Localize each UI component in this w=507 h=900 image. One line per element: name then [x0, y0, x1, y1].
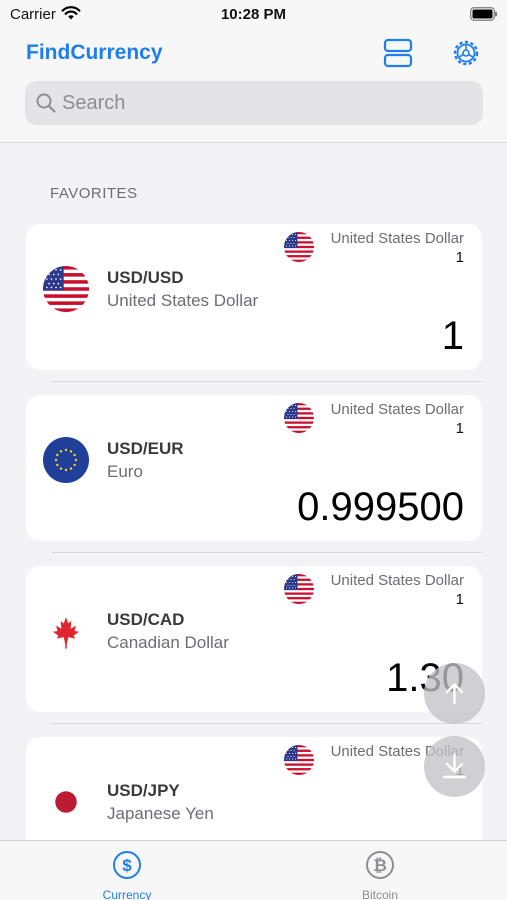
currency-pair: USD/CAD: [107, 610, 185, 629]
us-flag-icon: [284, 403, 314, 433]
divider: [52, 723, 482, 724]
currency-card-eur[interactable]: United States Dollar 1 USD/EUR Euro 0.99…: [26, 395, 482, 541]
us-flag-icon: [43, 266, 89, 312]
us-flag-icon: [284, 232, 314, 262]
status-bar: Carrier 10:28 PM: [0, 0, 507, 30]
download-button[interactable]: [424, 736, 485, 797]
currency-card-usd[interactable]: United States Dollar 1 USD/USD United St…: [26, 224, 482, 370]
currency-name: United States Dollar: [107, 291, 259, 310]
svg-text:₿: ₿: [373, 856, 387, 875]
tab-label-currency: Currency: [102, 888, 152, 900]
currency-rate: 1: [441, 314, 464, 358]
scroll-up-button[interactable]: [424, 663, 485, 724]
status-time: 10:28 PM: [220, 6, 287, 23]
header: FindCurrency Search: [0, 30, 507, 143]
currency-pair: USD/USD: [107, 268, 184, 287]
base-currency-name: United States Dollar: [330, 572, 464, 589]
eu-flag-icon: [43, 437, 89, 483]
us-flag-icon: [284, 574, 314, 604]
divider: [52, 552, 482, 553]
currency-card-jpy[interactable]: United States Dollar 1 USD/JPY Japanese …: [26, 737, 482, 840]
base-currency-name: United States Dollar: [330, 230, 464, 247]
tab-bitcoin[interactable]: ₿ Bitcoin: [320, 849, 440, 900]
bitcoin-icon: ₿: [366, 851, 394, 879]
search-placeholder: Search: [62, 92, 126, 114]
gear-icon[interactable]: [449, 36, 483, 70]
currency-card-cad[interactable]: United States Dollar 1 USD/CAD Canadian …: [26, 566, 482, 712]
currency-rate: 0.999500: [297, 485, 464, 529]
us-flag-icon: [284, 745, 314, 775]
base-amount: 1: [455, 420, 464, 437]
svg-text:$: $: [122, 856, 132, 875]
currency-name: Japanese Yen: [107, 804, 214, 823]
japan-flag-icon: [43, 779, 89, 825]
layout-icon[interactable]: [381, 36, 415, 70]
search-icon: [36, 93, 56, 113]
base-amount: 1: [455, 249, 464, 266]
section-label-favorites: FAVORITES: [50, 185, 138, 202]
tab-label-bitcoin: Bitcoin: [361, 888, 399, 900]
currency-pair: USD/EUR: [107, 439, 184, 458]
base-currency-name: United States Dollar: [330, 401, 464, 418]
currency-name: Canadian Dollar: [107, 633, 229, 652]
download-icon: [442, 753, 467, 779]
tab-bar: $ Currency ₿ Bitcoin: [0, 840, 507, 900]
canada-flag-icon: [43, 608, 89, 654]
app-title: FindCurrency: [26, 41, 163, 64]
divider: [52, 381, 482, 382]
currency-pair: USD/JPY: [107, 781, 180, 800]
base-amount: 1: [455, 591, 464, 608]
arrow-up-icon: [445, 683, 464, 705]
currency-name: Euro: [107, 462, 143, 481]
tab-currency[interactable]: $ Currency: [67, 849, 187, 900]
battery-icon: [470, 7, 497, 21]
search-input[interactable]: Search: [25, 81, 483, 125]
dollar-icon: $: [113, 851, 141, 879]
